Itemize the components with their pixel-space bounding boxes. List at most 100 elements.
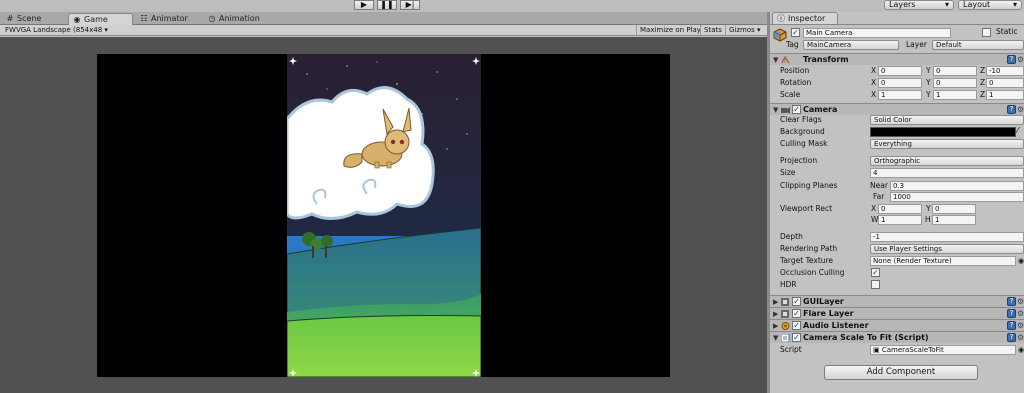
help-icon[interactable]: ? — [1007, 309, 1016, 318]
clear-flags-label: Clear Flags — [780, 115, 822, 124]
background-color-field[interactable] — [870, 127, 1016, 137]
tab-animator[interactable]: ☷ Animator — [136, 13, 202, 25]
layers-dropdown[interactable]: Layers ▾ — [884, 0, 954, 10]
pause-button[interactable]: ❚❚ — [377, 0, 397, 10]
camera-title: Camera — [803, 105, 838, 114]
position-z-field[interactable]: -10 — [986, 66, 1024, 76]
position-label: Position — [780, 66, 810, 75]
near-field[interactable]: 0.3 — [890, 181, 1024, 191]
y-axis-label: Y — [926, 66, 931, 75]
foldout-arrow-icon[interactable]: ▶ — [773, 322, 778, 330]
viewport-y-field[interactable]: 0 — [932, 204, 976, 214]
camera-header[interactable]: ▼ ✓ Camera ? ⚙ — [770, 103, 1024, 115]
layer-dropdown[interactable]: Default — [932, 40, 1024, 50]
foldout-arrow-icon[interactable]: ▶ — [773, 310, 778, 318]
foldout-arrow-icon[interactable]: ▼ — [773, 56, 778, 64]
occlusion-culling-checkbox[interactable]: ✓ — [871, 268, 880, 277]
rotation-z-field[interactable]: 0 — [986, 78, 1024, 88]
script-field[interactable]: ▣ CameraScaleToFit — [870, 345, 1016, 355]
camera-scale-to-fit-enabled-checkbox[interactable]: ✓ — [792, 333, 801, 342]
maximize-on-play-button[interactable]: Maximize on Play — [636, 25, 704, 35]
flare-layer-enabled-checkbox[interactable]: ✓ — [792, 309, 801, 318]
add-component-button[interactable]: Add Component — [824, 365, 978, 380]
gear-icon[interactable]: ⚙ — [1017, 55, 1024, 64]
x-axis-label: X — [871, 66, 877, 75]
gear-icon[interactable]: ⚙ — [1017, 105, 1024, 114]
audio-listener-enabled-checkbox[interactable]: ✓ — [792, 321, 801, 330]
object-name-field[interactable]: Main Camera — [803, 28, 951, 38]
rotation-y-field[interactable]: 0 — [933, 78, 977, 88]
audio-listener-title: Audio Listener — [803, 321, 869, 330]
step-button[interactable]: ▶| — [400, 0, 420, 10]
tab-scene[interactable]: # Scene — [2, 13, 66, 25]
audio-listener-header[interactable]: ▶ ✓ Audio Listener ? ⚙ — [770, 319, 1024, 331]
gizmos-dropdown[interactable]: Gizmos ▾ — [725, 25, 764, 35]
clear-flags-dropdown[interactable]: Solid Color — [870, 115, 1024, 125]
script-file-icon: ▣ — [873, 346, 880, 354]
flare-layer-header[interactable]: ▶ ✓ Flare Layer ? ⚙ — [770, 307, 1024, 319]
viewport-x-field[interactable]: 0 — [878, 204, 922, 214]
static-checkbox[interactable] — [982, 28, 991, 37]
far-field[interactable]: 1000 — [890, 192, 1024, 202]
tab-game[interactable]: ◉ Game — [68, 13, 133, 25]
layout-label: Layout — [963, 0, 991, 9]
scene-icon: # — [6, 14, 14, 23]
flare-layer-icon — [781, 310, 789, 318]
object-picker-icon[interactable]: ◉ — [1018, 256, 1024, 266]
projection-dropdown[interactable]: Orthographic — [870, 156, 1024, 166]
help-icon[interactable]: ? — [1007, 297, 1016, 306]
object-picker-icon[interactable]: ◉ — [1018, 345, 1024, 355]
scale-label: Scale — [780, 90, 801, 99]
foldout-arrow-icon[interactable]: ▶ — [773, 298, 778, 306]
help-icon[interactable]: ? — [1007, 321, 1016, 330]
position-x-field[interactable]: 0 — [878, 66, 922, 76]
clipping-planes-label: Clipping Planes — [780, 181, 838, 190]
gear-icon[interactable]: ⚙ — [1017, 321, 1024, 330]
target-texture-field[interactable]: None (Render Texture) — [870, 256, 1016, 266]
camera-scale-to-fit-header[interactable]: ▼ ✓ Camera Scale To Fit (Script) ? ⚙ — [770, 331, 1024, 343]
viewport-w-field[interactable]: 1 — [878, 215, 922, 225]
tab-animation[interactable]: ◷ Animation — [204, 13, 274, 25]
layout-dropdown[interactable]: Layout ▾ — [958, 0, 1022, 10]
aspect-dropdown[interactable]: FWVGA Landscape (854x48 ▾ — [2, 25, 111, 35]
tag-dropdown[interactable]: MainCamera — [803, 40, 899, 50]
position-y-field[interactable]: 0 — [933, 66, 977, 76]
hdr-checkbox[interactable] — [871, 280, 880, 289]
foldout-arrow-icon[interactable]: ▼ — [773, 106, 778, 114]
help-icon[interactable]: ? — [1007, 55, 1016, 64]
z-axis-label: Z — [980, 78, 986, 87]
y-axis-label: Y — [926, 78, 931, 87]
play-icon: ▶ — [360, 0, 368, 9]
camera-enabled-checkbox[interactable]: ✓ — [792, 105, 801, 114]
viewport-h-field[interactable]: 1 — [932, 215, 976, 225]
active-checkbox[interactable]: ✓ — [791, 28, 800, 37]
eyedropper-icon[interactable]: ⁄ — [1017, 126, 1018, 136]
depth-field[interactable]: -1 — [870, 232, 1024, 242]
chevron-down-icon: ▾ — [1012, 0, 1017, 9]
size-field[interactable]: 4 — [870, 168, 1024, 178]
gear-icon[interactable]: ⚙ — [1017, 309, 1024, 318]
rotation-x-field[interactable]: 0 — [878, 78, 922, 88]
gear-icon[interactable]: ⚙ — [1017, 333, 1024, 342]
guilayer-header[interactable]: ▶ ✓ GUILayer ? ⚙ — [770, 295, 1024, 307]
rendering-path-dropdown[interactable]: Use Player Settings — [870, 244, 1024, 254]
audio-listener-icon — [781, 322, 790, 330]
scale-x-field[interactable]: 1 — [878, 90, 922, 100]
guilayer-enabled-checkbox[interactable]: ✓ — [792, 297, 801, 306]
help-icon[interactable]: ? — [1007, 333, 1016, 342]
stats-button[interactable]: Stats — [700, 25, 725, 35]
gear-icon[interactable]: ⚙ — [1017, 297, 1024, 306]
transform-header[interactable]: ▼ Transform ? ⚙ — [770, 53, 1024, 65]
front-hill — [287, 315, 481, 377]
help-icon[interactable]: ? — [1007, 105, 1016, 114]
foldout-arrow-icon[interactable]: ▼ — [773, 334, 778, 342]
play-button[interactable]: ▶ — [354, 0, 374, 10]
game-canvas — [287, 54, 481, 377]
script-value: CameraScaleToFit — [881, 346, 944, 354]
tab-label: Scene — [17, 14, 42, 23]
scale-y-field[interactable]: 1 — [933, 90, 977, 100]
scale-z-field[interactable]: 1 — [986, 90, 1024, 100]
x-axis-label: X — [871, 78, 877, 87]
rotation-label: Rotation — [780, 78, 812, 87]
culling-mask-dropdown[interactable]: Everything — [870, 139, 1024, 149]
